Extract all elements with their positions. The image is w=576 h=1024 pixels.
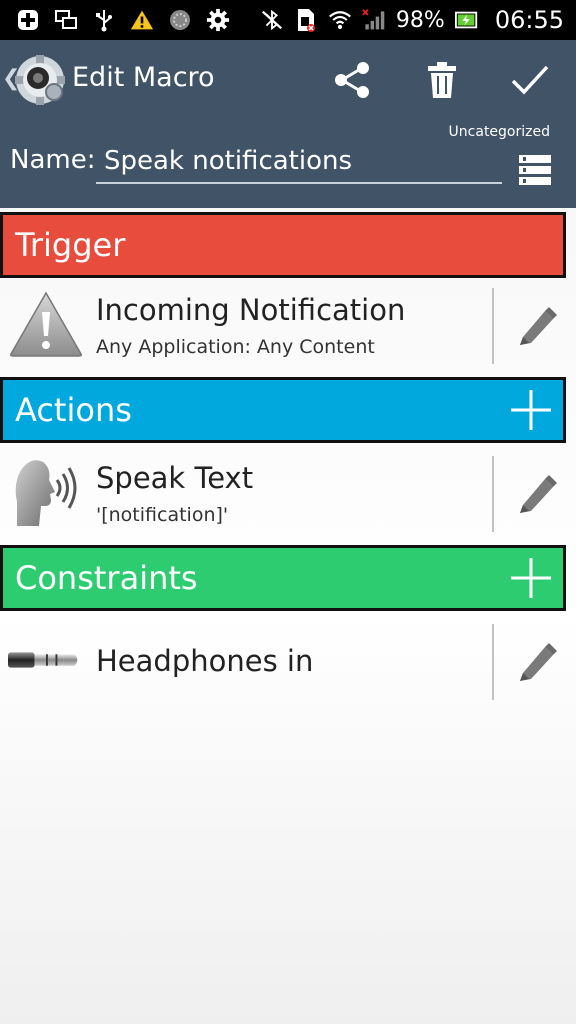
actions-header: Actions: [0, 377, 566, 443]
checkmark-icon: [511, 65, 549, 95]
wifi-icon: [328, 8, 352, 32]
divider: [492, 456, 494, 532]
plus-icon: [511, 390, 551, 430]
trigger-title: Trigger: [15, 226, 126, 264]
share-icon: [335, 62, 369, 98]
category-list-button[interactable]: [518, 154, 552, 186]
action-item-title: Speak Text: [96, 461, 254, 495]
trigger-item-subtitle: Any Application: Any Content: [96, 336, 375, 358]
warning-icon: [130, 8, 154, 32]
constraints-title: Constraints: [15, 559, 198, 597]
headphone-jack-icon: [8, 622, 84, 698]
pencil-icon: [520, 643, 557, 681]
battery-percent: 98%: [395, 7, 445, 33]
constraint-item-title: Headphones in: [96, 644, 314, 678]
status-bar: 98% 06:55: [0, 0, 576, 40]
delete-button[interactable]: [418, 56, 466, 104]
warning-triangle-icon: [8, 286, 84, 362]
name-label: Name:: [10, 145, 96, 175]
macro-name-input[interactable]: [96, 140, 502, 184]
signal-icon: [362, 8, 386, 32]
divider: [492, 288, 494, 364]
screens-icon: [54, 8, 78, 32]
action-item[interactable]: Speak Text '[notification]': [0, 446, 576, 542]
add-constraint-button[interactable]: [511, 558, 551, 598]
save-button[interactable]: [506, 56, 554, 104]
page-title: Edit Macro: [72, 62, 215, 93]
app-logo[interactable]: [14, 54, 66, 106]
battery-charging-icon: [454, 8, 479, 32]
constraint-item[interactable]: Headphones in: [0, 614, 576, 710]
speaking-head-icon: [8, 454, 84, 530]
add-square-icon: [16, 8, 40, 32]
add-action-button[interactable]: [511, 390, 551, 430]
edit-trigger-button[interactable]: [510, 298, 564, 352]
edit-action-button[interactable]: [510, 466, 564, 520]
trigger-header: Trigger: [0, 212, 566, 278]
trigger-item[interactable]: Incoming Notification Any Application: A…: [0, 278, 576, 374]
usb-icon: [92, 8, 116, 32]
gear-pattern-icon: [168, 8, 192, 32]
edit-constraint-button[interactable]: [510, 634, 564, 688]
actions-title: Actions: [15, 391, 132, 429]
action-item-subtitle: '[notification]': [96, 504, 229, 526]
divider: [492, 624, 494, 700]
sim-card-icon: [294, 8, 318, 32]
share-button[interactable]: [328, 56, 376, 104]
bluetooth-off-icon: [260, 8, 284, 32]
pencil-icon: [520, 475, 557, 513]
list-icon: [519, 155, 551, 185]
settings-icon: [206, 8, 230, 32]
action-bar: ❮ Edit Macro Uncategorized Name: Speak n…: [0, 40, 576, 208]
pencil-icon: [520, 307, 557, 345]
plus-icon: [511, 558, 551, 598]
constraints-header: Constraints: [0, 545, 566, 611]
trigger-item-title: Incoming Notification: [96, 293, 406, 327]
category-label[interactable]: Uncategorized: [449, 124, 550, 140]
clock: 06:55: [494, 6, 564, 34]
trash-icon: [428, 62, 456, 98]
